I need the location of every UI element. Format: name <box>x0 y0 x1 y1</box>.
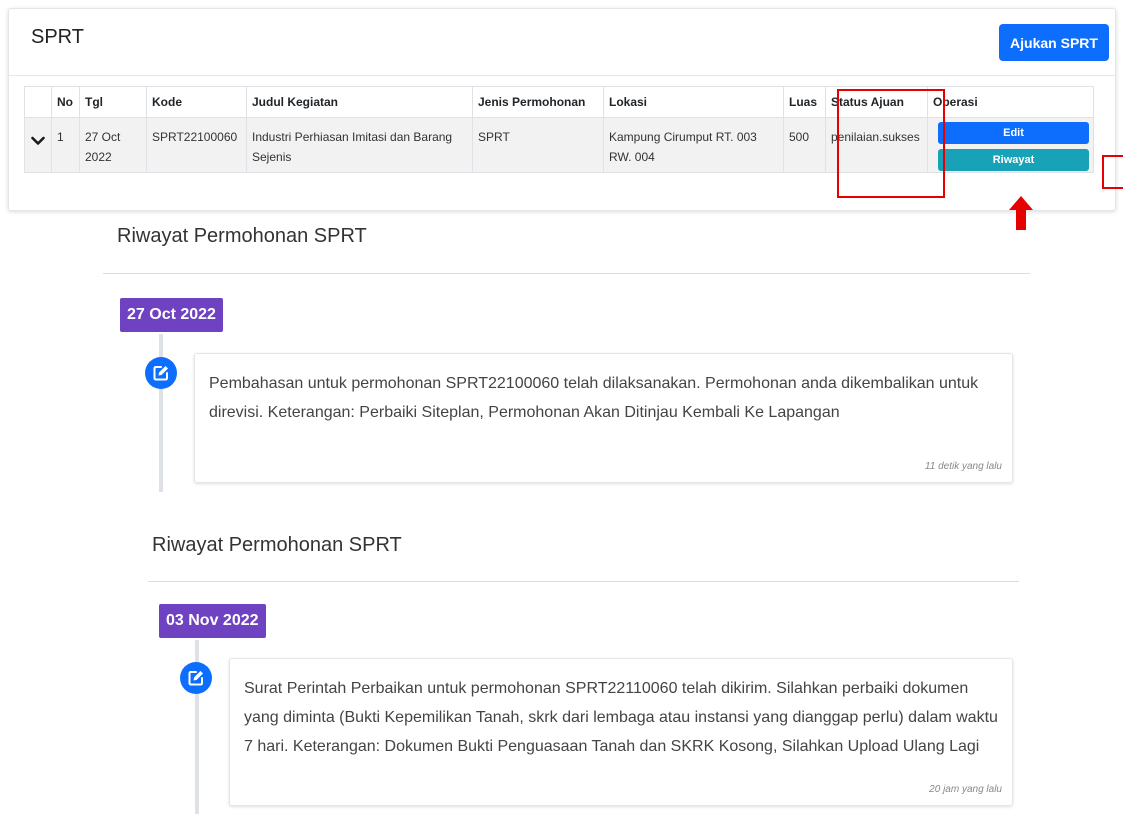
history-message-2: Surat Perintah Perbaikan untuk permohona… <box>244 680 998 755</box>
history-divider-1 <box>103 273 1030 274</box>
cell-luas: 500 <box>783 117 826 173</box>
edit-square-icon <box>188 671 203 686</box>
history-message-1: Pembahasan untuk permohonan SPRT22100060… <box>209 375 979 421</box>
cell-judul: Industri Perhiasan Imitasi dan Barang Se… <box>246 117 473 173</box>
history-title-2: Riwayat Permohonan SPRT <box>152 534 402 556</box>
history-divider-2 <box>148 581 1019 582</box>
edit-button[interactable]: Edit <box>938 122 1089 144</box>
col-lokasi: Lokasi <box>603 86 784 118</box>
cell-no: 1 <box>51 117 80 173</box>
timeline-item-icon-1 <box>145 357 177 389</box>
history-time-2: 20 jam yang lalu <box>929 784 1002 795</box>
cell-operasi: Edit Riwayat <box>927 117 1094 173</box>
cell-jenis: SPRT <box>472 117 604 173</box>
status-highlight-box <box>837 89 945 198</box>
card-divider <box>9 75 1115 76</box>
history-card-1: Pembahasan untuk permohonan SPRT22100060… <box>194 353 1013 483</box>
edit-square-icon <box>153 366 168 381</box>
col-judul: Judul Kegiatan <box>246 86 473 118</box>
red-up-arrow-icon <box>1009 196 1033 230</box>
col-expand <box>24 86 52 118</box>
col-operasi: Operasi <box>927 86 1094 118</box>
timeline-item-icon-2 <box>180 662 212 694</box>
cell-kode: SPRT22100060 <box>146 117 247 173</box>
chevron-down-icon[interactable] <box>31 136 45 146</box>
cell-lokasi: Kampung Cirumput RT. 003 RW. 004 <box>603 117 784 173</box>
history-card-2: Surat Perintah Perbaikan untuk permohona… <box>229 658 1013 806</box>
col-jenis: Jenis Permohonan <box>472 86 604 118</box>
cell-tgl: 27 Oct 2022 <box>79 117 147 173</box>
col-luas: Luas <box>783 86 826 118</box>
riwayat-button[interactable]: Riwayat <box>938 149 1089 171</box>
history-title-1: Riwayat Permohonan SPRT <box>117 225 367 247</box>
ajukan-sprt-button[interactable]: Ajukan SPRT <box>999 24 1109 61</box>
history-date-badge-2: 03 Nov 2022 <box>159 604 266 638</box>
col-tgl: Tgl <box>79 86 147 118</box>
col-no: No <box>51 86 80 118</box>
col-kode: Kode <box>146 86 247 118</box>
expand-cell[interactable] <box>24 117 52 173</box>
riwayat-highlight-box <box>1102 155 1123 189</box>
history-time-1: 11 detik yang lalu <box>924 461 1002 472</box>
page-title: SPRT <box>31 26 84 48</box>
history-date-badge-1: 27 Oct 2022 <box>120 298 223 332</box>
